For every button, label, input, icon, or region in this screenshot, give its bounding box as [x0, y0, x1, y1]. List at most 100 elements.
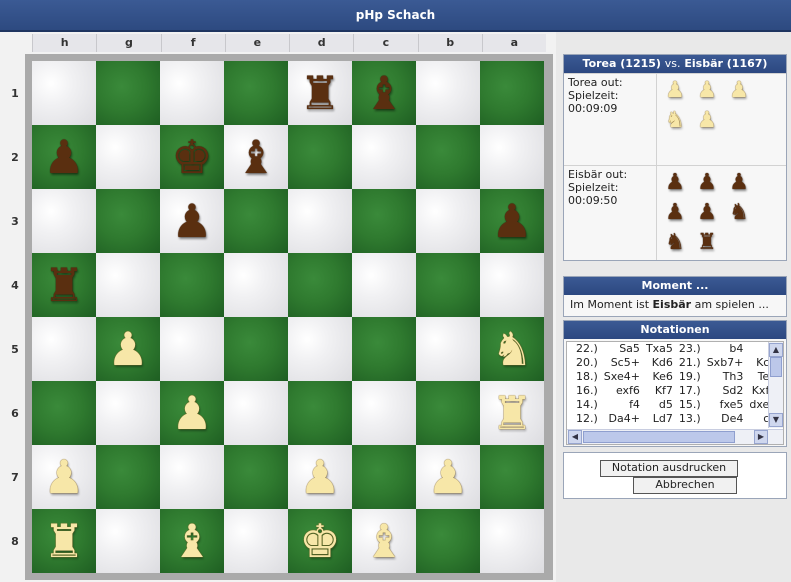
- square-d1[interactable]: ♜: [288, 61, 352, 125]
- square-d8[interactable]: ♚: [288, 509, 352, 573]
- square-f7[interactable]: [160, 445, 224, 509]
- square-a1[interactable]: [480, 61, 544, 125]
- black-king-icon[interactable]: ♚: [171, 134, 212, 180]
- square-c1[interactable]: ♝: [352, 61, 416, 125]
- square-f4[interactable]: [160, 253, 224, 317]
- white-king-icon[interactable]: ♚: [299, 518, 340, 564]
- square-e3[interactable]: [224, 189, 288, 253]
- square-c5[interactable]: [352, 317, 416, 381]
- scroll-left-icon[interactable]: ◀: [568, 430, 582, 444]
- file-label: h: [32, 34, 96, 52]
- chess-board[interactable]: ♜ ♝ ♟ ♚ ♝ ♟ ♟ ♜ ♟ ♞ ♟ ♜ ♟ ♟ ♟ ♜ ♝ ♚ ♝: [32, 61, 544, 573]
- square-e2[interactable]: ♝: [224, 125, 288, 189]
- print-notation-button[interactable]: Notation ausdrucken: [600, 460, 738, 477]
- cancel-button[interactable]: Abbrechen: [633, 477, 737, 494]
- notation-row: 18.)Sxe4+Ke619.)Th3Te8: [573, 370, 779, 384]
- black-rook-icon[interactable]: ♜: [43, 262, 84, 308]
- square-g2[interactable]: [96, 125, 160, 189]
- square-e6[interactable]: [224, 381, 288, 445]
- square-h8[interactable]: ♜: [32, 509, 96, 573]
- square-b3[interactable]: [416, 189, 480, 253]
- white-pawn-icon[interactable]: ♟: [171, 390, 212, 436]
- square-h4[interactable]: ♜: [32, 253, 96, 317]
- white-bishop-icon[interactable]: ♝: [363, 518, 404, 564]
- scroll-down-icon[interactable]: ▼: [769, 413, 783, 427]
- square-h3[interactable]: [32, 189, 96, 253]
- square-f8[interactable]: ♝: [160, 509, 224, 573]
- square-b8[interactable]: [416, 509, 480, 573]
- square-g3[interactable]: [96, 189, 160, 253]
- white-pawn-icon[interactable]: ♟: [43, 454, 84, 500]
- file-label: f: [160, 34, 225, 52]
- square-c2[interactable]: [352, 125, 416, 189]
- black-pawn-icon[interactable]: ♟: [43, 134, 84, 180]
- white-pawn-icon[interactable]: ♟: [427, 454, 468, 500]
- square-e1[interactable]: [224, 61, 288, 125]
- square-d2[interactable]: [288, 125, 352, 189]
- scroll-up-icon[interactable]: ▲: [769, 343, 783, 357]
- square-h6[interactable]: [32, 381, 96, 445]
- white-bishop-icon[interactable]: ♝: [171, 518, 212, 564]
- vs-label: vs.: [664, 57, 681, 70]
- scroll-right-icon[interactable]: ▶: [754, 430, 768, 444]
- file-label: a: [481, 34, 546, 52]
- square-b6[interactable]: [416, 381, 480, 445]
- square-d4[interactable]: [288, 253, 352, 317]
- square-g6[interactable]: [96, 381, 160, 445]
- square-b2[interactable]: [416, 125, 480, 189]
- square-h1[interactable]: [32, 61, 96, 125]
- square-b1[interactable]: [416, 61, 480, 125]
- square-d6[interactable]: [288, 381, 352, 445]
- white-rook-icon[interactable]: ♜: [43, 518, 84, 564]
- square-f1[interactable]: [160, 61, 224, 125]
- square-b7[interactable]: ♟: [416, 445, 480, 509]
- vertical-scroll-thumb[interactable]: [770, 357, 782, 377]
- square-g7[interactable]: [96, 445, 160, 509]
- square-e4[interactable]: [224, 253, 288, 317]
- square-g5[interactable]: ♟: [96, 317, 160, 381]
- square-c7[interactable]: [352, 445, 416, 509]
- square-b4[interactable]: [416, 253, 480, 317]
- square-c6[interactable]: [352, 381, 416, 445]
- square-c3[interactable]: [352, 189, 416, 253]
- white-pawn-icon[interactable]: ♟: [107, 326, 148, 372]
- square-h2[interactable]: ♟: [32, 125, 96, 189]
- square-a4[interactable]: [480, 253, 544, 317]
- square-f3[interactable]: ♟: [160, 189, 224, 253]
- white-knight-icon[interactable]: ♞: [491, 326, 532, 372]
- square-a6[interactable]: ♜: [480, 381, 544, 445]
- black-bishop-icon[interactable]: ♝: [235, 134, 276, 180]
- square-g4[interactable]: [96, 253, 160, 317]
- square-e5[interactable]: [224, 317, 288, 381]
- square-h5[interactable]: [32, 317, 96, 381]
- square-g1[interactable]: [96, 61, 160, 125]
- white-pawn-icon[interactable]: ♟: [299, 454, 340, 500]
- square-a7[interactable]: [480, 445, 544, 509]
- square-f5[interactable]: [160, 317, 224, 381]
- square-d7[interactable]: ♟: [288, 445, 352, 509]
- square-d3[interactable]: [288, 189, 352, 253]
- square-d5[interactable]: [288, 317, 352, 381]
- black-bishop-icon[interactable]: ♝: [363, 70, 404, 116]
- square-a5[interactable]: ♞: [480, 317, 544, 381]
- square-h7[interactable]: ♟: [32, 445, 96, 509]
- notation-list[interactable]: 22.) Sa5 Txa5 23.) b4 20.) Sc5+ Kd6 21.) Sxb7+ Kc7…: [566, 341, 784, 445]
- square-g8[interactable]: [96, 509, 160, 573]
- square-f6[interactable]: ♟: [160, 381, 224, 445]
- square-a3[interactable]: ♟: [480, 189, 544, 253]
- square-c4[interactable]: [352, 253, 416, 317]
- square-e7[interactable]: [224, 445, 288, 509]
- black-rook-icon[interactable]: ♜: [299, 70, 340, 116]
- square-a8[interactable]: [480, 509, 544, 573]
- square-a2[interactable]: [480, 125, 544, 189]
- square-f2[interactable]: ♚: [160, 125, 224, 189]
- square-e8[interactable]: [224, 509, 288, 573]
- notation-vertical-scrollbar[interactable]: ▲ ▼: [768, 342, 783, 428]
- white-rook-icon[interactable]: ♜: [491, 390, 532, 436]
- notation-horizontal-scrollbar[interactable]: ◀ ▶: [567, 429, 783, 444]
- square-b5[interactable]: [416, 317, 480, 381]
- square-c8[interactable]: ♝: [352, 509, 416, 573]
- black-pawn-icon[interactable]: ♟: [171, 198, 212, 244]
- horizontal-scroll-thumb[interactable]: [583, 431, 735, 443]
- black-pawn-icon[interactable]: ♟: [491, 198, 532, 244]
